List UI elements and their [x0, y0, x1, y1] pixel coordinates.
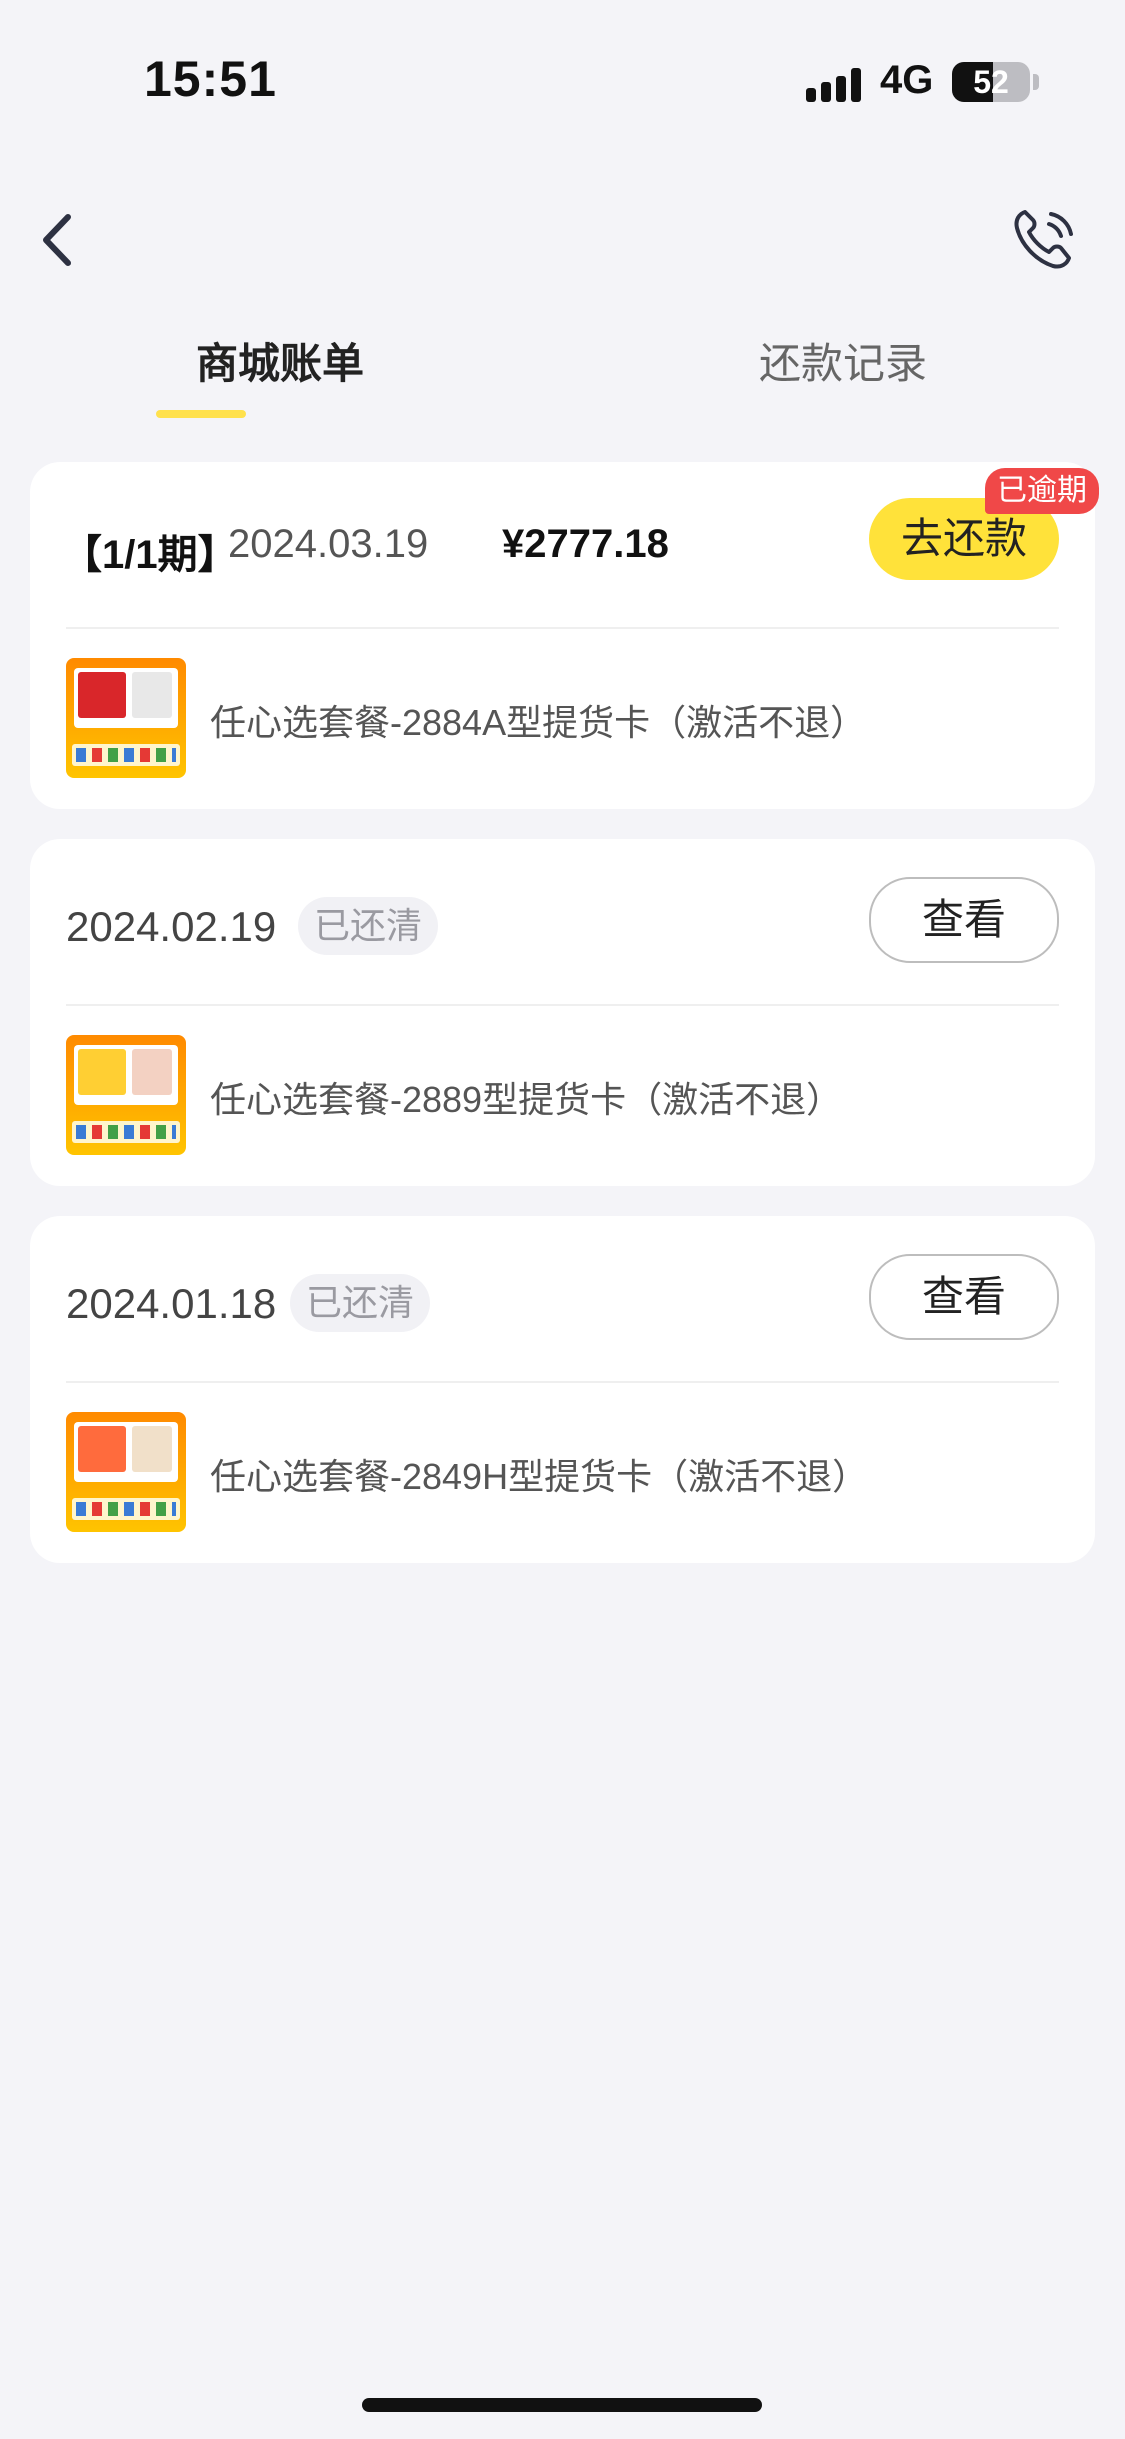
bill-amount: ¥2777.18	[502, 522, 669, 566]
battery-tip	[1033, 74, 1039, 90]
tab-bar: 商城账单 还款记录	[0, 320, 1125, 430]
overdue-badge: 已逾期	[985, 468, 1099, 514]
bill-list: 【1/1期】 2024.03.19 ¥2777.18 去还款 已逾期 任心选套餐…	[30, 462, 1099, 1593]
bill-card-header: 2024.02.19 已还清 查看	[66, 839, 1059, 1004]
bill-period: 【1/1期】	[62, 533, 238, 577]
divider	[66, 1004, 1059, 1006]
signal-icon	[806, 68, 861, 102]
product-thumbnail	[66, 658, 186, 778]
product-name: 任心选套餐-2889型提货卡（激活不退）	[210, 1079, 843, 1120]
product-thumbnail	[66, 1412, 186, 1532]
status-badge: 已还清	[290, 1274, 431, 1332]
bill-card: 2024.01.18 已还清 查看 任心选套餐-2849H型提货卡（激活不退）	[30, 1216, 1095, 1563]
product-item[interactable]: 任心选套餐-2889型提货卡（激活不退）	[66, 1035, 1059, 1157]
bill-card: 2024.02.19 已还清 查看 任心选套餐-2889型提货卡（激活不退）	[30, 839, 1095, 1186]
bill-card-header: 2024.01.18 已还清 查看	[66, 1216, 1059, 1381]
tab-repayment-record[interactable]: 还款记录	[643, 330, 1043, 420]
product-item[interactable]: 任心选套餐-2884A型提货卡（激活不退）	[66, 658, 1059, 780]
product-item[interactable]: 任心选套餐-2849H型提货卡（激活不退）	[66, 1412, 1059, 1534]
status-badge: 已还清	[298, 897, 439, 955]
battery-level: 52	[973, 64, 1009, 100]
product-name: 任心选套餐-2884A型提货卡（激活不退）	[210, 702, 867, 743]
phone-icon[interactable]	[1005, 200, 1085, 280]
divider	[66, 627, 1059, 629]
product-name: 任心选套餐-2849H型提货卡（激活不退）	[210, 1456, 869, 1497]
nav-bar: 商城账单 还款记录	[0, 160, 1125, 430]
bill-date: 2024.03.19	[228, 522, 429, 566]
battery-icon: 52	[952, 62, 1030, 102]
bill-card-header: 【1/1期】 2024.03.19 ¥2777.18 去还款 已逾期	[62, 462, 1099, 627]
status-bar: 15:51 4G 52	[0, 0, 1125, 160]
home-indicator[interactable]	[362, 2398, 762, 2412]
bill-date: 2024.01.18	[66, 1280, 277, 1327]
tab-mall-bill[interactable]: 商城账单	[80, 330, 480, 420]
tab-active-indicator	[156, 410, 246, 418]
chevron-left-icon[interactable]	[30, 205, 90, 275]
product-thumbnail	[66, 1035, 186, 1155]
network-type: 4G	[880, 58, 934, 102]
status-time: 15:51	[144, 51, 277, 107]
bill-card: 【1/1期】 2024.03.19 ¥2777.18 去还款 已逾期 任心选套餐…	[30, 462, 1099, 809]
view-button[interactable]: 查看	[869, 1254, 1059, 1340]
bill-date: 2024.02.19	[66, 903, 277, 950]
view-button[interactable]: 查看	[869, 877, 1059, 963]
divider	[66, 1381, 1059, 1383]
